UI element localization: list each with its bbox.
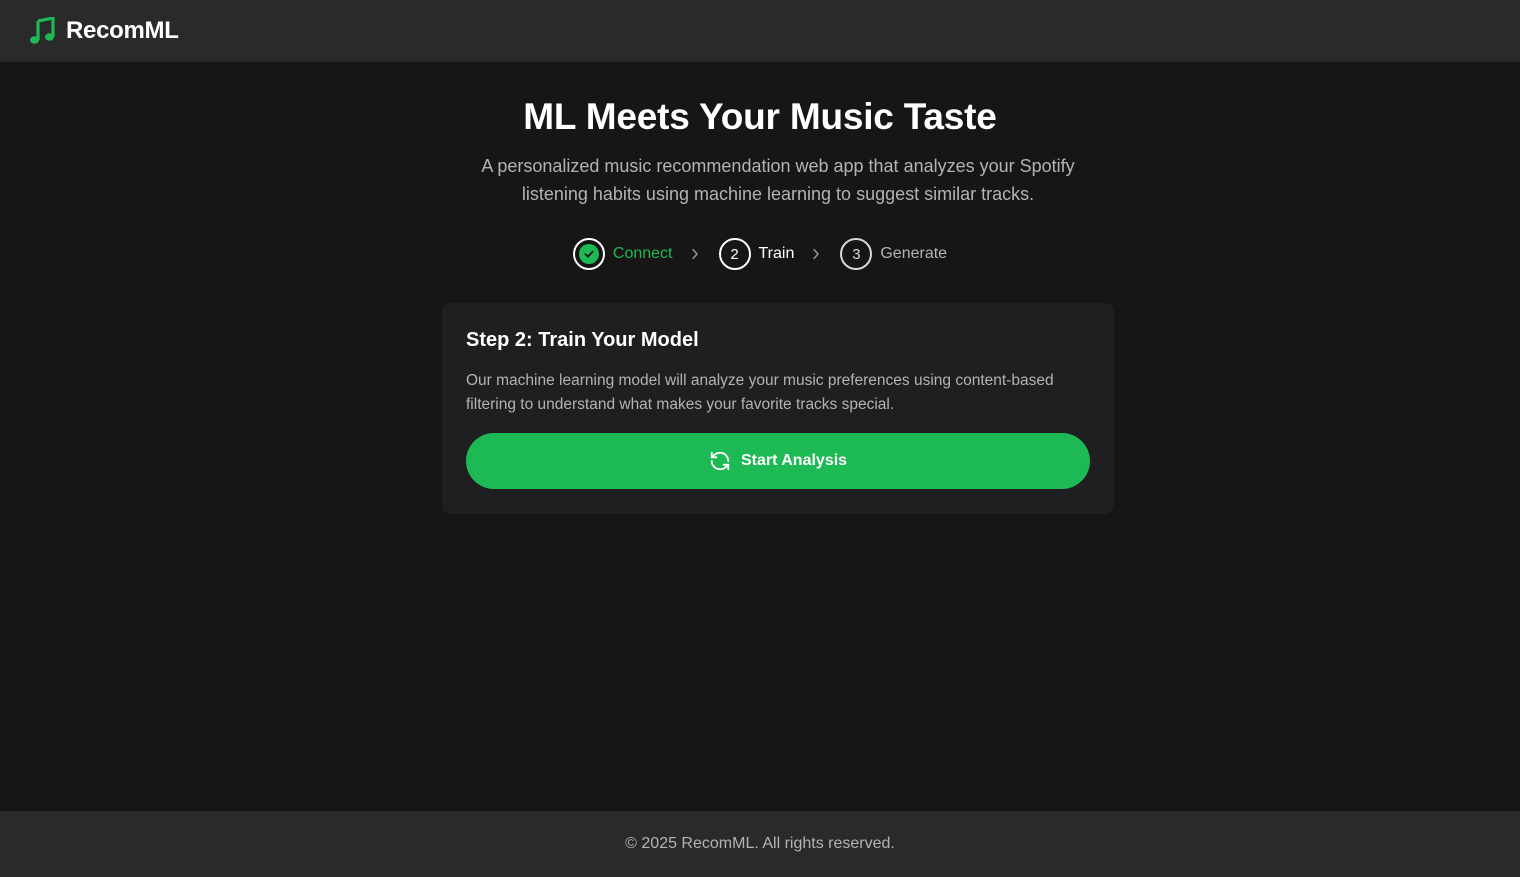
music-note-icon [28,16,56,46]
chevron-right-icon [691,248,699,260]
main-content: ML Meets Your Music Taste A personalized… [0,62,1520,811]
step-connect: Connect [572,238,673,270]
start-analysis-button[interactable]: Start Analysis [466,433,1090,489]
step-3-circle: 3 [840,238,873,270]
step-train: 2 Train [718,238,795,270]
card-title: Step 2: Train Your Model [466,329,699,351]
brand-name[interactable]: RecomML [66,17,179,45]
chevron-right-icon [812,248,820,260]
card-description: Our machine learning model will analyze … [466,372,1054,413]
step-3-label: Generate [880,245,948,262]
step-1-label: Connect [612,245,673,262]
check-icon [578,244,599,264]
step-2-circle: 2 [718,238,751,270]
step-2-label: Train [758,245,795,262]
hero-subtitle: A personalized music recommendation web … [481,156,1075,204]
page-footer: © 2025 RecomML. All rights reserved. [0,811,1520,877]
copyright-text: © 2025 RecomML. All rights reserved. [625,835,895,852]
refresh-icon [709,450,731,472]
step-1-circle [572,238,605,270]
hero-title: ML Meets Your Music Taste [523,96,997,137]
step-generate: 3 Generate [840,238,947,270]
start-analysis-label: Start Analysis [740,452,848,469]
top-header: RecomML [0,0,1520,62]
progress-stepper: Connect 2 Train 3 Generate [0,238,1520,270]
train-model-card: Step 2: Train Your Model Our machine lea… [442,303,1114,514]
